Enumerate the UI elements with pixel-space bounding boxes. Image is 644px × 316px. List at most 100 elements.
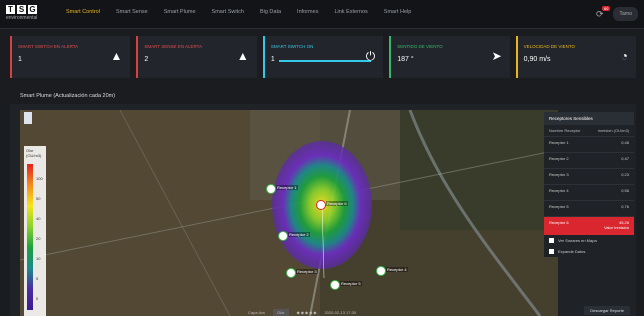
plume-map[interactable]: Olor (OU/m3) 100 50 40 20 10 5 0 Recepto… [20, 110, 558, 316]
checkbox-show-sonares[interactable]: Ver Sonares en Mapa [544, 235, 634, 246]
card-value: 0,90 m/s [523, 56, 551, 63]
table-row[interactable]: Receptor 5 0,76 [544, 200, 634, 216]
receptor-value: 0,23 [621, 172, 629, 177]
top-navigation-bar: T S G environmental Smart Control Smart … [0, 0, 644, 29]
receptors-panel: Receptores Sensibles Nombre Receptor Inm… [544, 112, 634, 257]
receptor-name: Receptor 2 [549, 156, 569, 161]
checkbox-box[interactable] [549, 249, 554, 254]
legend-tick: 0 [36, 296, 39, 301]
table-row[interactable]: Receptor 1 0,46 [544, 136, 634, 152]
gauge-icon: ◔ [620, 49, 629, 63]
map-marker-label: Receptor 1 [276, 185, 298, 190]
map-marker-label: Receptor 2 [288, 232, 310, 237]
logo-letter: S [17, 5, 26, 14]
card-smart-switch-alert[interactable]: SMART SWITCH EN ALERTA 1 ▲ [10, 36, 131, 78]
table-row[interactable]: Receptor 2 0,47 [544, 152, 634, 168]
legend-title: Olor (OU/m3) [26, 148, 42, 158]
navigation-icon: ➤ [491, 49, 502, 63]
map-marker[interactable] [286, 268, 296, 278]
receptors-header: Nombre Receptor Inmisión (OU/m3) [544, 125, 634, 136]
col-name: Nombre Receptor [549, 128, 581, 133]
receptor-value: 0,76 [621, 204, 629, 209]
legend-tick: 5 [36, 276, 39, 281]
notifications-button[interactable]: ⟳ 60 [596, 5, 611, 20]
card-value: 2 [144, 56, 149, 63]
map-marker[interactable] [266, 184, 276, 194]
nav-item-informes[interactable]: Informes [297, 9, 318, 15]
table-row[interactable]: Receptor 4 0,56 [544, 184, 634, 200]
section-title: Smart Plume (Actualización cada 20m) [20, 93, 116, 99]
map-zoom-control[interactable] [24, 112, 32, 124]
receptor-name: Receptor 1 [549, 140, 569, 145]
legend-tick: 40 [36, 216, 41, 221]
table-row-alert[interactable]: Receptor 6 45,26 Valor Inmisión [544, 216, 634, 235]
card-title: SMART SWITCH ON [270, 44, 314, 49]
switch-icon: ⏻ [365, 49, 376, 63]
legend-tick: 20 [36, 236, 41, 241]
timeline-dots[interactable]: ◆ ◆ ◆ ◆ ◆ [297, 310, 317, 315]
notification-badge: 60 [601, 5, 611, 11]
card-smart-switch-on[interactable]: SMART SWITCH ON 1 ⏻ [262, 36, 384, 78]
logo-letter: G [28, 5, 37, 14]
receptor-name: Receptor 6 [549, 220, 569, 225]
checkbox-expand-data[interactable]: Expandir Datos [544, 246, 634, 257]
receptors-title: Receptores Sensibles [544, 112, 634, 125]
nav-item-smart-help[interactable]: Smart Help [384, 9, 412, 15]
card-smart-sense-alert[interactable]: SMART SENSE EN ALERTA 2 ▲ [136, 36, 257, 78]
nav-item-smart-switch[interactable]: Smart Switch [212, 9, 244, 15]
card-wind-direction[interactable]: SENTIDO DE VIENTO 187 ° ➤ [389, 36, 510, 78]
map-background [20, 110, 558, 316]
odor-legend: Olor (OU/m3) 100 50 40 20 10 5 0 [24, 146, 46, 316]
col-value: Inmisión (OU/m3) [597, 128, 629, 133]
nav-item-big-data[interactable]: Big Data [260, 9, 281, 15]
card-title: SMART SWITCH EN ALERTA [18, 44, 79, 49]
receptor-value: 0,47 [621, 156, 629, 161]
card-title: VELOCIDAD DE VIENTO [523, 44, 576, 49]
receptor-value: 0,56 [621, 188, 629, 193]
card-value: 1 [18, 56, 22, 63]
checkbox-label: Expandir Datos [558, 249, 586, 254]
smart-plume-panel: Olor (OU/m3) 100 50 40 20 10 5 0 Recepto… [10, 104, 636, 316]
map-marker-label: Receptor 4 [386, 267, 408, 272]
layer-button-olor[interactable]: Olor [273, 309, 289, 316]
checkbox-label: Ver Sonares en Mapa [558, 238, 597, 243]
receptor-name: Receptor 4 [549, 188, 569, 193]
map-footer: Capa Avs Olor ◆ ◆ ◆ ◆ ◆ 2020-02-13 17:30 [248, 309, 356, 316]
receptor-name: Receptor 3 [549, 172, 569, 177]
receptor-note: Valor Inmisión [603, 225, 629, 230]
map-marker-label: Receptor 3 [296, 269, 318, 274]
receptor-name: Receptor 5 [549, 204, 569, 209]
top-right-controls: ⟳ 60 Tarno [596, 5, 638, 21]
card-value: 187 ° [397, 56, 414, 63]
checkbox-box[interactable] [549, 238, 554, 243]
map-marker-label: Receptor 6 [326, 201, 348, 206]
main-nav: Smart Control Smart Sense Smart Plume Sm… [66, 9, 427, 15]
map-marker[interactable] [278, 231, 288, 241]
logo-subtitle: environmental [6, 15, 38, 21]
logo-letter: T [6, 5, 15, 14]
table-row[interactable]: Receptor 3 0,23 [544, 168, 634, 184]
card-title: SENTIDO DE VIENTO [397, 44, 443, 49]
legend-tick: 10 [36, 256, 41, 261]
map-marker[interactable] [316, 200, 326, 210]
map-marker[interactable] [376, 266, 386, 276]
layer-label: Capa Avs [248, 310, 266, 315]
progress-fill [278, 60, 371, 62]
map-marker[interactable] [330, 280, 340, 290]
legend-tick: 100 [36, 176, 43, 181]
nav-item-smart-plume[interactable]: Smart Plume [164, 9, 196, 15]
card-title: SMART SENSE EN ALERTA [144, 44, 203, 49]
progress-bar [278, 60, 371, 62]
card-value: 1 [270, 56, 275, 63]
download-report-button[interactable]: Descargar Reporte [584, 306, 630, 315]
warning-icon: ▲ [110, 49, 123, 63]
card-wind-speed[interactable]: VELOCIDAD DE VIENTO 0,90 m/s ◔ [515, 36, 637, 78]
nav-item-link-externos[interactable]: Link Externos [334, 9, 367, 15]
warning-icon: ▲ [236, 49, 249, 63]
status-cards: SMART SWITCH EN ALERTA 1 ▲ SMART SENSE E… [10, 36, 637, 78]
app-logo[interactable]: T S G environmental [6, 5, 50, 25]
map-marker-label: Receptor 5 [340, 281, 362, 286]
user-menu[interactable]: Tarno [613, 7, 638, 21]
nav-item-smart-control[interactable]: Smart Control [66, 9, 100, 15]
nav-item-smart-sense[interactable]: Smart Sense [116, 9, 148, 15]
